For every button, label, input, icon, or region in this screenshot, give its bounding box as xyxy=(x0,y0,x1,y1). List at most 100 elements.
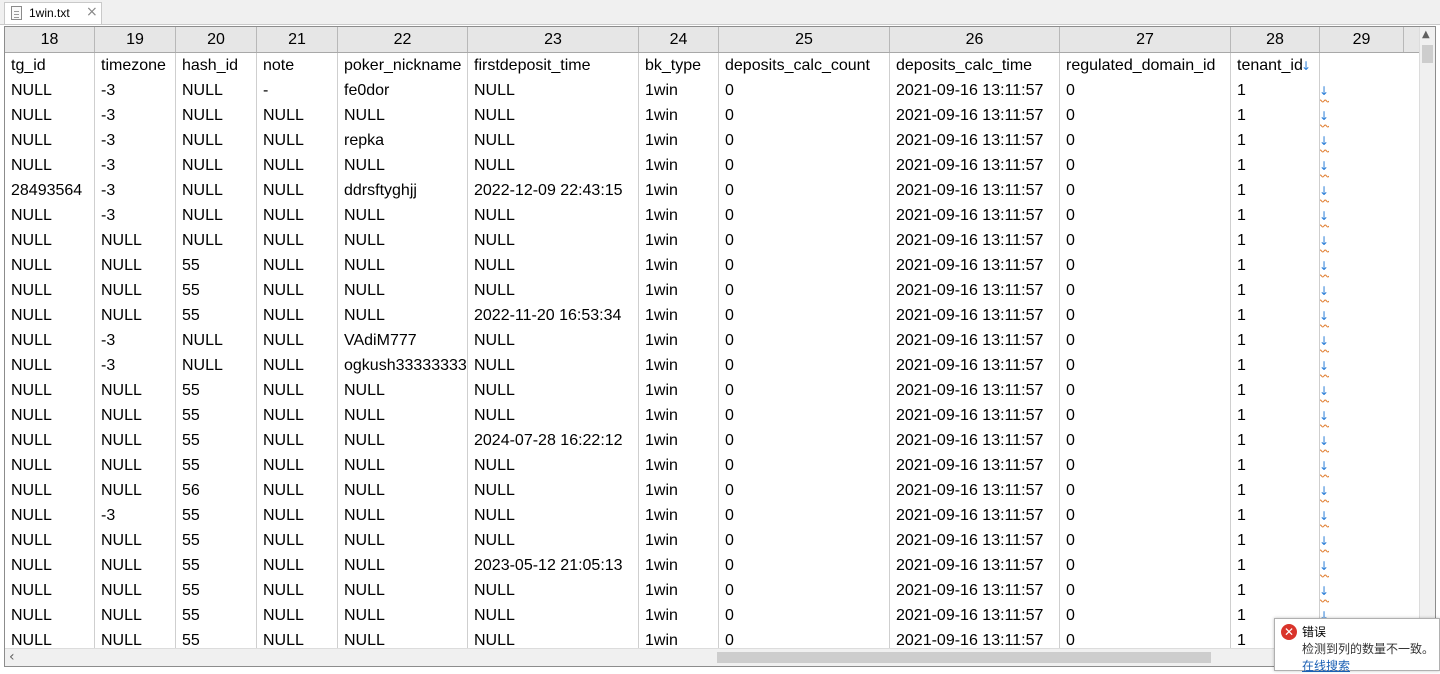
cell[interactable]: 0 xyxy=(1060,378,1231,403)
cell[interactable]: NULL xyxy=(468,453,639,478)
cell[interactable]: NULL xyxy=(468,503,639,528)
table-row[interactable]: NULL NULL 55 NULL NULL 2022-11-20 16:53:34 1wi… xyxy=(5,303,1419,328)
cell[interactable]: hash_id xyxy=(176,53,257,78)
cell[interactable]: 0 xyxy=(719,453,890,478)
cell[interactable]: 2021-09-16 13:11:57 xyxy=(890,328,1060,353)
cell[interactable]: 2021-09-16 13:11:57 xyxy=(890,453,1060,478)
cell[interactable]: 2021-09-16 13:11:57 xyxy=(890,203,1060,228)
cell[interactable]: 1win xyxy=(639,503,719,528)
cell[interactable]: NULL xyxy=(468,278,639,303)
cell[interactable]: 1 xyxy=(1231,453,1320,478)
cell[interactable]: 1 xyxy=(1231,278,1320,303)
cell[interactable]: 1 xyxy=(1231,478,1320,503)
cell[interactable]: 1 xyxy=(1231,303,1320,328)
cell[interactable]: NULL xyxy=(257,578,338,603)
column-number[interactable]: 25 xyxy=(719,27,890,52)
table-row[interactable]: NULL NULL 55 NULL NULL NULL 1win 0 2021-09-16 13… xyxy=(5,528,1419,553)
cell[interactable]: NULL xyxy=(176,178,257,203)
cell[interactable]: 1win xyxy=(639,478,719,503)
cell[interactable]: 0 xyxy=(1060,428,1231,453)
cell[interactable]: 1win xyxy=(639,378,719,403)
table-row[interactable]: NULL -3 55 NULL NULL NULL 1win 0 2021-09-16 13:1… xyxy=(5,503,1419,528)
cell[interactable]: -3 xyxy=(95,103,176,128)
cell[interactable]: NULL xyxy=(257,503,338,528)
header-row[interactable]: tg_id timezone hash_id note poker_nickname fi… xyxy=(5,53,1419,78)
cell[interactable]: NULL xyxy=(5,153,95,178)
horizontal-scroll-thumb[interactable] xyxy=(717,652,1211,663)
cell[interactable]: 1win xyxy=(639,403,719,428)
cell[interactable]: 0 xyxy=(1060,528,1231,553)
csv-editor[interactable]: 18 19 20 21 22 23 24 25 26 27 28 29 tg_id timezone ha… xyxy=(4,26,1436,667)
cell[interactable]: NULL xyxy=(468,78,639,103)
cell[interactable]: 0 xyxy=(719,478,890,503)
cell[interactable]: 2021-09-16 13:11:57 xyxy=(890,528,1060,553)
cell[interactable]: NULL xyxy=(176,78,257,103)
cell[interactable]: NULL xyxy=(95,403,176,428)
cell[interactable]: 0 xyxy=(1060,328,1231,353)
cell[interactable]: 0 xyxy=(1060,103,1231,128)
cell[interactable]: NULL xyxy=(95,303,176,328)
cell[interactable]: 1 xyxy=(1231,553,1320,578)
close-icon[interactable]: × xyxy=(86,4,98,20)
cell[interactable]: NULL xyxy=(5,303,95,328)
cell[interactable]: NULL xyxy=(257,303,338,328)
cell[interactable]: 2021-09-16 13:11:57 xyxy=(890,603,1060,628)
column-number[interactable]: 29 xyxy=(1320,27,1404,52)
cell[interactable]: 1win xyxy=(639,78,719,103)
cell[interactable]: 1win xyxy=(639,328,719,353)
cell[interactable]: NULL xyxy=(5,228,95,253)
cell[interactable]: 2023-05-12 21:05:13 xyxy=(468,553,639,578)
cell[interactable]: NULL xyxy=(468,203,639,228)
cell[interactable]: NULL xyxy=(468,603,639,628)
cell[interactable]: NULL xyxy=(257,253,338,278)
column-number[interactable]: 28 xyxy=(1231,27,1320,52)
cell[interactable]: 55 xyxy=(176,253,257,278)
cell[interactable]: NULL xyxy=(468,578,639,603)
cell[interactable]: note xyxy=(257,53,338,78)
cell[interactable]: 2024-07-28 16:22:12 xyxy=(468,428,639,453)
cell[interactable]: NULL xyxy=(468,403,639,428)
column-number[interactable]: 21 xyxy=(257,27,338,52)
cell[interactable]: 1 xyxy=(1231,153,1320,178)
cell[interactable]: NULL xyxy=(468,478,639,503)
cell[interactable]: 1 xyxy=(1231,528,1320,553)
cell[interactable]: 0 xyxy=(719,228,890,253)
cell[interactable]: 1 xyxy=(1231,578,1320,603)
table-row[interactable]: NULL NULL 55 NULL NULL NULL 1win 0 2021-09-16 13… xyxy=(5,453,1419,478)
cell[interactable]: NULL xyxy=(468,528,639,553)
cell[interactable]: 2021-09-16 13:11:57 xyxy=(890,628,1060,648)
cell[interactable]: NULL xyxy=(5,328,95,353)
cell[interactable]: 1win xyxy=(639,203,719,228)
cell[interactable]: 2022-12-09 22:43:15 xyxy=(468,178,639,203)
cell[interactable]: 1win xyxy=(639,553,719,578)
cell[interactable]: 0 xyxy=(1060,553,1231,578)
table-row[interactable]: NULL NULL 55 NULL NULL NULL 1win 0 2021-09-16 13… xyxy=(5,253,1419,278)
cell[interactable]: 2022-11-20 16:53:34 xyxy=(468,303,639,328)
cell[interactable]: -3 xyxy=(95,153,176,178)
cell[interactable]: 55 xyxy=(176,378,257,403)
cell[interactable]: 2021-09-16 13:11:57 xyxy=(890,478,1060,503)
cell[interactable]: NULL xyxy=(176,228,257,253)
cell[interactable]: NULL xyxy=(257,203,338,228)
tab-file[interactable]: 1win.txt × xyxy=(4,2,102,24)
cell[interactable]: 0 xyxy=(719,603,890,628)
cell[interactable]: NULL xyxy=(95,528,176,553)
cell[interactable]: tg_id xyxy=(5,53,95,78)
cell[interactable]: NULL xyxy=(95,428,176,453)
cell[interactable]: 0 xyxy=(1060,78,1231,103)
cell[interactable]: 55 xyxy=(176,303,257,328)
cell[interactable]: 0 xyxy=(719,378,890,403)
column-number[interactable]: 18 xyxy=(5,27,95,52)
cell[interactable]: 0 xyxy=(719,628,890,648)
column-number[interactable]: 26 xyxy=(890,27,1060,52)
cell[interactable]: NULL xyxy=(5,128,95,153)
cell[interactable]: NULL xyxy=(95,278,176,303)
cell[interactable]: 55 xyxy=(176,603,257,628)
cell[interactable]: NULL xyxy=(257,628,338,648)
cell[interactable]: NULL xyxy=(176,328,257,353)
cell[interactable]: NULL xyxy=(5,603,95,628)
cell[interactable]: 55 xyxy=(176,553,257,578)
cell[interactable]: NULL xyxy=(257,128,338,153)
cell[interactable]: regulated_domain_id xyxy=(1060,53,1231,78)
cell[interactable]: 0 xyxy=(719,78,890,103)
